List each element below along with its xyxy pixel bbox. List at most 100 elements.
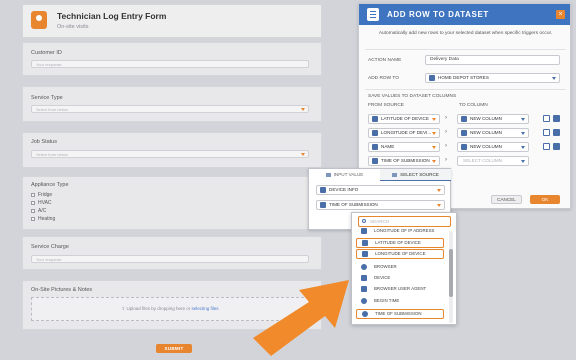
to-column-label: TO COLUMN [459, 103, 488, 108]
source-select-time-of-submission[interactable]: TIME OF SUBMISSION [368, 156, 440, 166]
divider [365, 49, 566, 50]
job-status-field: Job Status Select from below [22, 132, 322, 168]
checkbox-icon[interactable] [31, 208, 35, 213]
device-icon [361, 275, 367, 281]
chevron-down-icon [552, 77, 556, 80]
appliance-type-field: Appliance Type Fridge HVAC A/C Heating [22, 176, 322, 230]
service-charge-input[interactable]: Your response [31, 255, 309, 263]
option-device[interactable]: DEVICE [356, 273, 444, 283]
action-name-input[interactable]: Delivery Data [425, 55, 560, 65]
tab-select-source[interactable]: SELECT SOURCE [380, 169, 451, 181]
select-files-link[interactable]: selecting files [192, 306, 219, 311]
column-select-row-2[interactable]: NEW COLUMN [457, 128, 529, 138]
source-type-select[interactable]: DEVICE INFO [316, 185, 445, 195]
ok-button[interactable]: OK [530, 195, 560, 204]
source-field-select[interactable]: TIME OF SUBMISSION [316, 200, 445, 210]
chevron-down-icon [432, 132, 436, 135]
option-longitude-device[interactable]: LONGITUDE OF DEVICE [356, 249, 444, 259]
add-row-to-select[interactable]: HOME DEPOT STORES [425, 73, 560, 83]
edit-icon[interactable] [543, 143, 550, 150]
from-source-label: FROM SOURCE [368, 103, 404, 108]
chevron-down-icon [432, 118, 436, 121]
form-subtitle: On-site visits [57, 24, 89, 30]
source-tabs: INPUT VALUE SELECT SOURCE [309, 169, 451, 181]
job-status-label: Job Status [31, 139, 57, 145]
service-charge-field: Service Charge Your response [22, 236, 322, 270]
submit-button[interactable]: SUBMIT [156, 344, 192, 353]
option-browser[interactable]: BROWSER [356, 262, 444, 272]
dataset-icon [367, 8, 379, 21]
arrow-right-icon: › [445, 143, 447, 149]
form-logo-icon [31, 11, 47, 29]
service-type-label: Service Type [31, 95, 63, 101]
arrow-right-icon: › [445, 157, 447, 163]
option-begin-time[interactable]: BEGIN TIME [356, 296, 444, 306]
clock-icon [320, 202, 326, 208]
service-charge-label: Service Charge [31, 244, 69, 250]
dropdown-scrollbar[interactable] [449, 231, 453, 323]
column-select-row-3[interactable]: NEW COLUMN [457, 142, 529, 152]
location-icon [362, 251, 368, 257]
close-icon[interactable]: × [556, 10, 565, 19]
save-values-label: SAVE VALUES TO DATASET COLUMNS [368, 94, 457, 99]
location-icon [361, 228, 367, 234]
arrow-right-icon: › [445, 129, 447, 135]
customer-id-input[interactable]: Your response [31, 60, 309, 68]
option-latitude-device[interactable]: LATITUDE OF DEVICE [356, 238, 444, 248]
arrow-right-icon: › [445, 115, 447, 121]
checkbox-icon[interactable] [31, 200, 35, 205]
chevron-down-icon [437, 189, 441, 192]
delete-icon[interactable] [553, 129, 560, 136]
source-select-longitude[interactable]: LONGITUDE OF DEVI... [368, 128, 440, 138]
location-icon [372, 130, 378, 136]
option-time-of-submission[interactable]: TIME OF SUBMISSION [356, 309, 444, 319]
chevron-down-icon [521, 132, 525, 135]
modal-title: ADD ROW TO DATASET [387, 10, 489, 19]
edit-icon[interactable] [543, 129, 550, 136]
column-select-row-1[interactable]: NEW COLUMN [457, 114, 529, 124]
tab-input-value[interactable]: INPUT VALUE [309, 169, 380, 181]
modal-description: Automatically add new rows to your selec… [378, 31, 553, 36]
appliance-option-fridge[interactable]: Fridge [31, 192, 52, 198]
appliance-option-ac[interactable]: A/C [31, 208, 46, 214]
option-longitude-ip[interactable]: LONGITUDE OF IP ADDRESS [356, 226, 444, 236]
location-icon [362, 240, 368, 246]
chevron-down-icon [432, 160, 436, 163]
dataset-table-icon [429, 75, 435, 81]
search-icon [362, 219, 366, 223]
column-select-row-4[interactable]: SELECT COLUMN [457, 156, 529, 166]
job-status-select[interactable]: Select from below [31, 150, 309, 158]
annotation-arrow-shape [253, 280, 349, 356]
appliance-option-hvac[interactable]: HVAC [31, 200, 52, 206]
location-icon [372, 116, 378, 122]
source-select-name[interactable]: NAME [368, 142, 440, 152]
divider [365, 89, 566, 90]
user-agent-icon [361, 286, 367, 292]
edit-icon[interactable] [543, 115, 550, 122]
service-type-select[interactable]: Select from below [31, 105, 309, 113]
checkbox-icon[interactable] [31, 192, 35, 197]
list-icon [392, 172, 398, 177]
device-icon [320, 187, 326, 193]
clock-icon [362, 311, 368, 317]
column-icon [461, 116, 467, 122]
chevron-down-icon [521, 118, 525, 121]
customer-id-label: Customer ID [31, 50, 62, 56]
input-icon [325, 172, 331, 177]
checkbox-icon[interactable] [31, 216, 35, 221]
appliance-option-heating[interactable]: Heating [31, 216, 55, 222]
column-icon [461, 144, 467, 150]
option-browser-user-agent[interactable]: BROWSER USER AGENT [356, 284, 444, 294]
column-icon [461, 130, 467, 136]
appliance-type-label: Appliance Type [31, 182, 69, 188]
scrollbar-thumb[interactable] [449, 249, 453, 297]
globe-icon [361, 264, 367, 270]
delete-icon[interactable] [553, 143, 560, 150]
chevron-down-icon [521, 160, 525, 163]
clock-icon [361, 298, 367, 304]
form-title: Technician Log Entry Form [57, 11, 167, 21]
clock-icon [372, 158, 378, 164]
source-select-latitude[interactable]: LATITUDE OF DEVICE [368, 114, 440, 124]
cancel-button[interactable]: CANCEL [491, 195, 522, 204]
delete-icon[interactable] [553, 115, 560, 122]
